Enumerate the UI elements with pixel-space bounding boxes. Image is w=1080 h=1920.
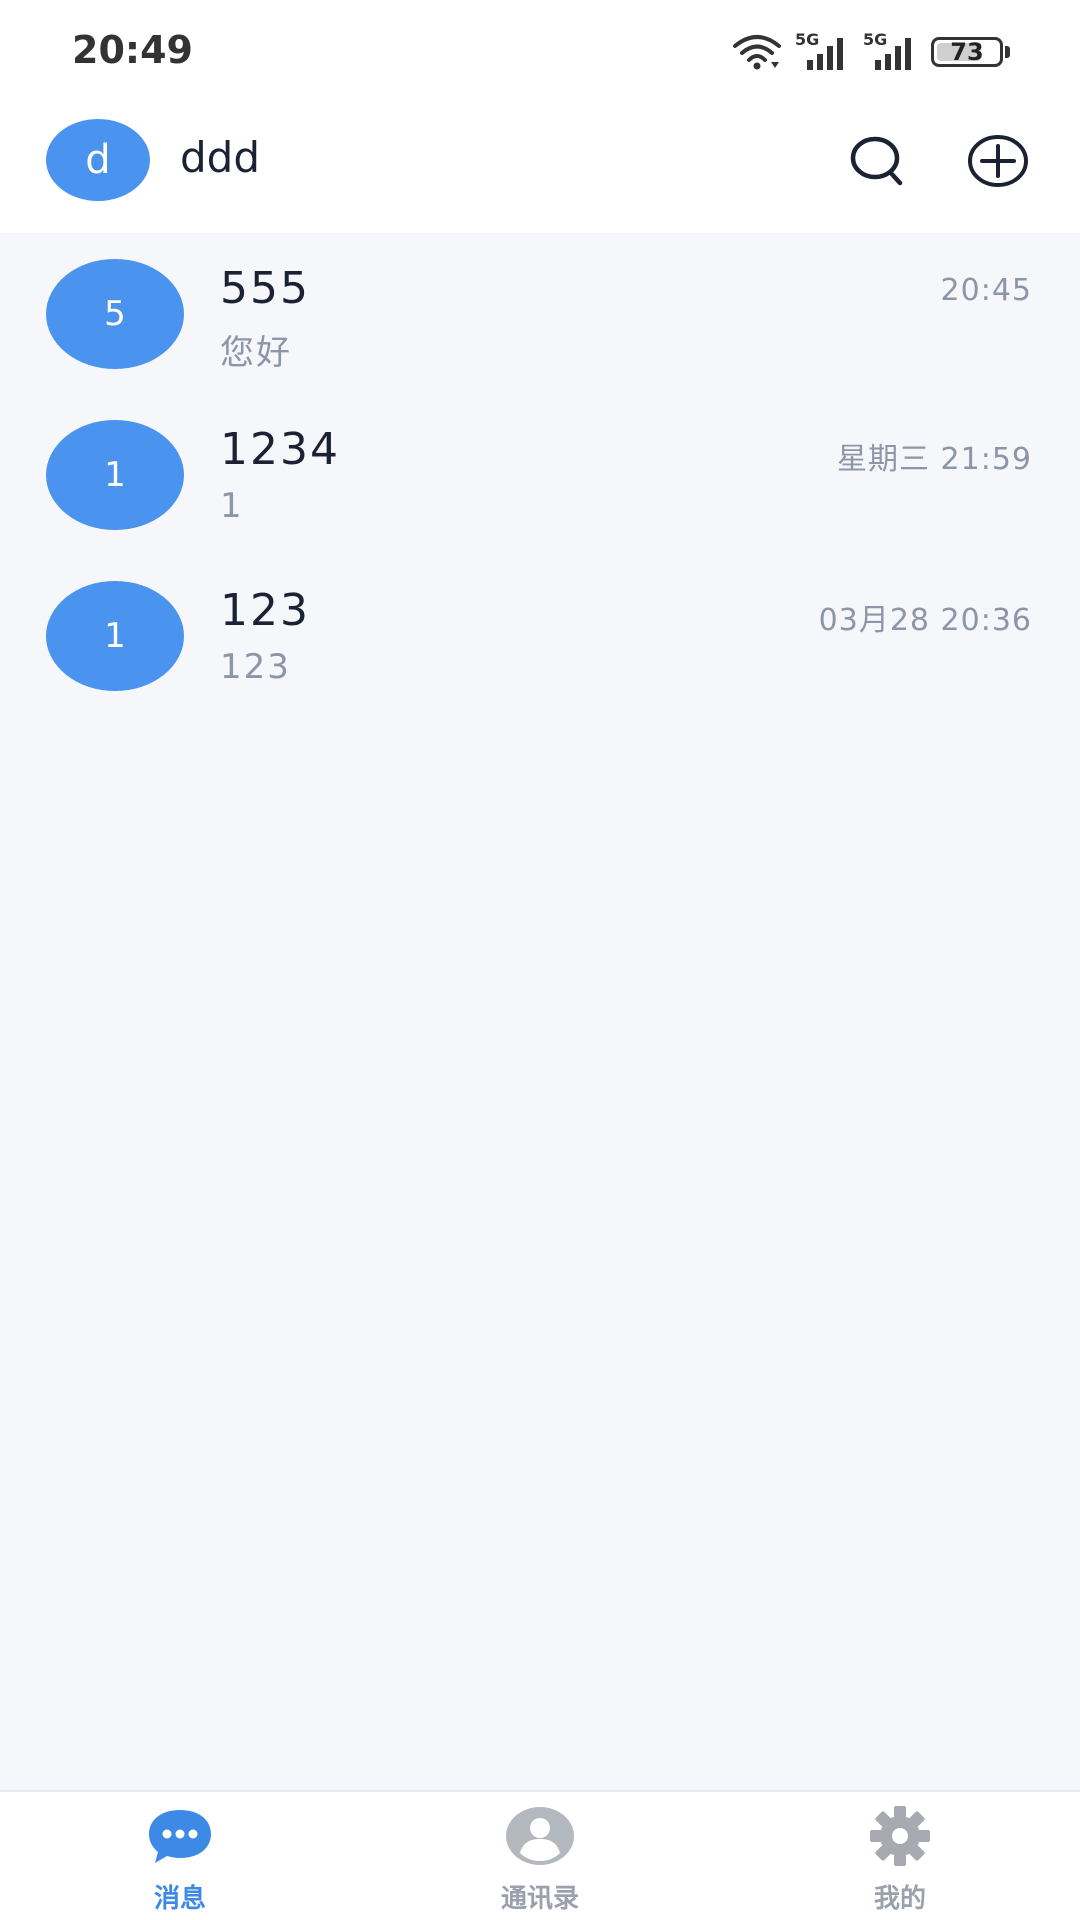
- conversation-avatar: 1: [46, 420, 184, 530]
- conversation-time: 03月28 20:36: [818, 603, 1032, 638]
- contacts-icon: [505, 1806, 575, 1870]
- status-bar: 20:49 5G 5G 73: [0, 0, 1080, 105]
- messages-screen: 20:49 5G 5G 73 d ddd 5 555 您好 20:45 1 12…: [0, 0, 1080, 1920]
- app-header: d ddd: [0, 105, 1080, 233]
- nav-tab-contacts[interactable]: 通讯录: [440, 1792, 640, 1920]
- nav-label: 通讯录: [500, 1884, 579, 1914]
- wifi-icon: [731, 32, 783, 72]
- conversation-name: 555: [220, 263, 310, 314]
- nav-tab-mine[interactable]: 我的: [800, 1792, 1000, 1920]
- nav-label: 消息: [153, 1884, 206, 1914]
- conversation-time: 星期三 21:59: [837, 442, 1032, 477]
- add-circle-icon: [968, 135, 1028, 187]
- bottom-nav: 消息 通讯录 我的: [0, 1790, 1080, 1920]
- conversation-avatar: 1: [46, 581, 184, 691]
- conversation-time: 20:45: [940, 273, 1032, 308]
- battery-body: 73: [931, 37, 1003, 67]
- conversation-name: 1234: [220, 424, 340, 475]
- username: ddd: [180, 133, 260, 182]
- search-icon: [850, 136, 903, 186]
- cellular-signal-icon-1: 5G: [795, 30, 851, 72]
- conversation-preview: 123: [220, 647, 291, 687]
- nav-label: 我的: [873, 1884, 926, 1914]
- user-avatar[interactable]: d: [46, 119, 150, 201]
- search-button[interactable]: [846, 129, 910, 193]
- chat-bubble-icon: [145, 1806, 215, 1870]
- battery-level: 73: [950, 38, 984, 66]
- conversation-preview: 您好: [220, 333, 292, 373]
- conversation-name: 123: [220, 585, 310, 636]
- conversation-item[interactable]: 1 123 123 03月28 20:36: [0, 555, 1080, 716]
- settings-gear-icon: [865, 1806, 935, 1870]
- conversation-list: 5 555 您好 20:45 1 1234 1 星期三 21:59 1 123 …: [0, 233, 1080, 716]
- conversation-preview: 1: [220, 486, 244, 526]
- conversation-avatar: 5: [46, 259, 184, 369]
- add-button[interactable]: [966, 129, 1030, 193]
- battery-icon: 73: [931, 37, 1010, 67]
- cellular-signal-icon-2: 5G: [863, 30, 919, 72]
- status-time: 20:49: [72, 28, 193, 72]
- status-icons: 5G 5G 73: [731, 30, 1010, 74]
- conversation-item[interactable]: 5 555 您好 20:45: [0, 233, 1080, 394]
- nav-tab-messages[interactable]: 消息: [80, 1792, 280, 1920]
- conversation-item[interactable]: 1 1234 1 星期三 21:59: [0, 394, 1080, 555]
- battery-cap: [1005, 46, 1010, 58]
